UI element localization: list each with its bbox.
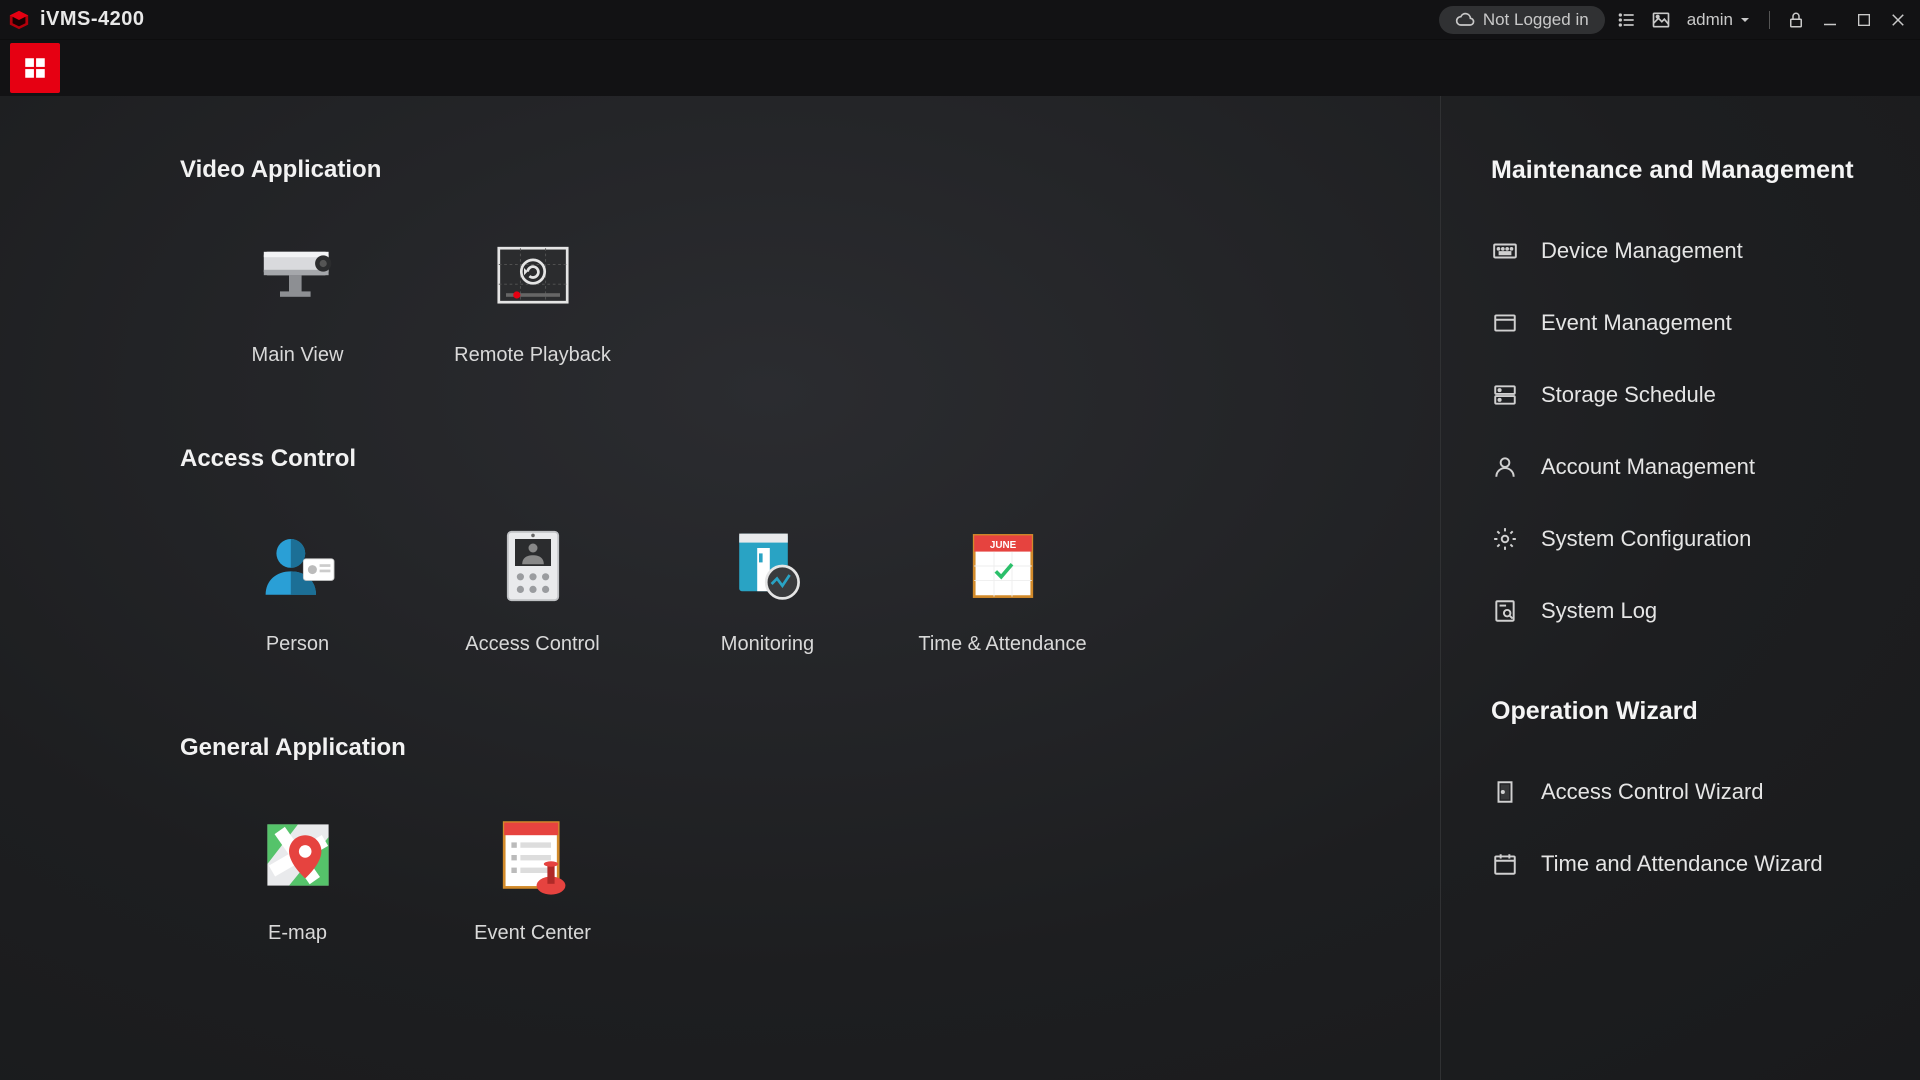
app-title: iVMS-4200	[40, 8, 145, 31]
card-label: Access Control	[465, 633, 600, 656]
card-label: Event Center	[474, 922, 591, 945]
nav-system-log[interactable]: System Log	[1491, 575, 1880, 647]
titlebar: iVMS-4200 Not Logged in admin	[0, 0, 1920, 40]
playback-icon	[488, 232, 578, 322]
nav-label: Storage Schedule	[1541, 382, 1716, 408]
card-label: Time & Attendance	[918, 633, 1086, 656]
chevron-down-icon	[1739, 14, 1751, 26]
section-heading: Video Application	[180, 156, 1440, 184]
nav-label: Device Management	[1541, 238, 1743, 264]
card-person[interactable]: Person	[180, 513, 415, 664]
nav-label: Account Management	[1541, 454, 1755, 480]
nav-system-configuration[interactable]: System Configuration	[1491, 503, 1880, 575]
user-dropdown[interactable]: admin	[1683, 10, 1755, 30]
access-terminal-icon	[488, 521, 578, 611]
gear-icon	[1491, 525, 1519, 553]
right-panel: Maintenance and Management Device Manage…	[1440, 96, 1920, 1080]
card-label: Remote Playback	[454, 344, 611, 367]
maximize-icon[interactable]	[1852, 8, 1876, 32]
section-video-application: Video Application Mai	[180, 156, 1440, 375]
maintenance-heading: Maintenance and Management	[1491, 156, 1880, 185]
main-panel: Video Application Mai	[0, 96, 1440, 1080]
nav-label: System Log	[1541, 598, 1657, 624]
svg-text:JUNE: JUNE	[989, 540, 1016, 551]
monitoring-icon	[723, 521, 813, 611]
section-heading: Access Control	[180, 445, 1440, 473]
tabstrip	[0, 40, 1920, 96]
keyboard-icon	[1491, 237, 1519, 265]
card-label: E-map	[268, 922, 327, 945]
grid-icon	[22, 55, 48, 81]
storage-icon	[1491, 381, 1519, 409]
door-icon	[1491, 778, 1519, 806]
nav-label: Time and Attendance Wizard	[1541, 851, 1823, 877]
card-remote-playback[interactable]: Remote Playback	[415, 224, 650, 375]
event-list-icon	[488, 810, 578, 900]
card-access-control[interactable]: Access Control	[415, 513, 650, 664]
list-icon[interactable]	[1615, 8, 1639, 32]
card-event-center[interactable]: Event Center	[415, 802, 650, 953]
card-main-view[interactable]: Main View	[180, 224, 415, 375]
nav-storage-schedule[interactable]: Storage Schedule	[1491, 359, 1880, 431]
image-icon[interactable]	[1649, 8, 1673, 32]
app-logo-icon	[8, 9, 30, 31]
nav-access-control-wizard[interactable]: Access Control Wizard	[1491, 756, 1880, 828]
nav-label: Event Management	[1541, 310, 1732, 336]
close-icon[interactable]	[1886, 8, 1910, 32]
menu-button[interactable]	[10, 43, 60, 93]
lock-icon[interactable]	[1784, 8, 1808, 32]
login-status-label: Not Logged in	[1483, 10, 1589, 30]
login-status-button[interactable]: Not Logged in	[1439, 6, 1605, 34]
section-access-control: Access Control	[180, 445, 1440, 664]
wizard-heading: Operation Wizard	[1491, 697, 1880, 726]
card-emap[interactable]: E-map	[180, 802, 415, 953]
nav-event-management[interactable]: Event Management	[1491, 287, 1880, 359]
log-icon	[1491, 597, 1519, 625]
window-icon	[1491, 309, 1519, 337]
card-label: Monitoring	[721, 633, 814, 656]
card-monitoring[interactable]: Monitoring	[650, 513, 885, 664]
camera-icon	[253, 232, 343, 322]
separator	[1769, 11, 1770, 29]
nav-device-management[interactable]: Device Management	[1491, 215, 1880, 287]
calendar-small-icon	[1491, 850, 1519, 878]
nav-account-management[interactable]: Account Management	[1491, 431, 1880, 503]
map-pin-icon	[253, 810, 343, 900]
minimize-icon[interactable]	[1818, 8, 1842, 32]
section-heading: General Application	[180, 734, 1440, 762]
card-label: Person	[266, 633, 329, 656]
nav-label: Access Control Wizard	[1541, 779, 1764, 805]
cloud-icon	[1455, 10, 1475, 30]
person-icon	[253, 521, 343, 611]
calendar-icon: JUNE	[958, 521, 1048, 611]
card-label: Main View	[252, 344, 344, 367]
user-label: admin	[1687, 10, 1733, 30]
nav-time-attendance-wizard[interactable]: Time and Attendance Wizard	[1491, 828, 1880, 900]
card-time-attendance[interactable]: JUNE Time & Attendance	[885, 513, 1120, 664]
nav-label: System Configuration	[1541, 526, 1751, 552]
section-general-application: General Application E	[180, 734, 1440, 953]
user-icon	[1491, 453, 1519, 481]
